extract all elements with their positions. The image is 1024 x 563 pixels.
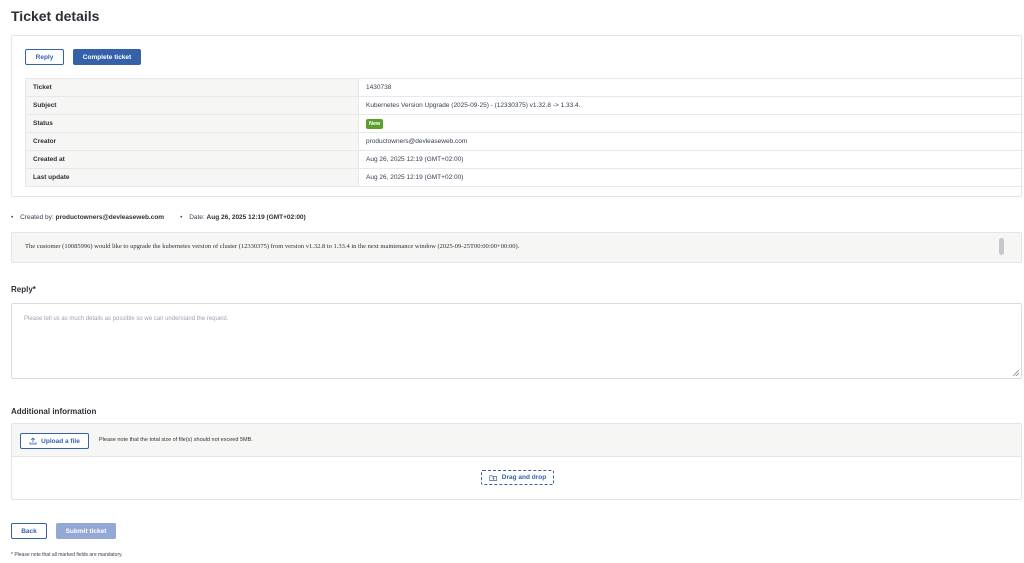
row-label: Last update bbox=[25, 168, 359, 187]
row-label: Ticket bbox=[25, 78, 359, 97]
status-cell: New bbox=[358, 114, 1023, 133]
ticket-id-value: 1430738 bbox=[358, 78, 1023, 97]
message-box: The customer (10085996) would like to up… bbox=[11, 232, 1022, 263]
reply-button[interactable]: Reply bbox=[25, 49, 64, 65]
ticket-card: Reply Complete ticket Ticket 1430738 Sub… bbox=[11, 35, 1023, 197]
row-label: Status bbox=[25, 114, 359, 133]
reply-placeholder: Please tell us as much details as possib… bbox=[24, 316, 229, 322]
row-label: Subject bbox=[25, 96, 359, 115]
mandatory-fields-note: * Please note that all marked fields are… bbox=[11, 552, 123, 558]
resize-handle-icon[interactable] bbox=[1013, 370, 1019, 376]
created-by-label: Created by: bbox=[20, 214, 54, 221]
created-by-value: productowners@devleaseweb.com bbox=[55, 214, 165, 221]
ticket-details-table: Ticket 1430738 Subject Kubernetes Versio… bbox=[25, 78, 1023, 187]
message-meta: Created by: productowners@devleaseweb.co… bbox=[11, 214, 306, 221]
table-row: Subject Kubernetes Version Upgrade (2025… bbox=[25, 96, 1023, 115]
upload-bar: Upload a file Please note that the total… bbox=[12, 424, 1021, 457]
table-row: Creator productowners@devleaseweb.com bbox=[25, 132, 1023, 151]
created-by: Created by: productowners@devleaseweb.co… bbox=[11, 214, 164, 221]
last-update-value: Aug 26, 2025 12:19 (GMT+02:00) bbox=[358, 168, 1023, 187]
drag-and-drop-zone[interactable]: Drag and drop bbox=[481, 470, 554, 485]
reply-textarea[interactable]: Please tell us as much details as possib… bbox=[11, 303, 1022, 379]
table-row: Created at Aug 26, 2025 12:19 (GMT+02:00… bbox=[25, 150, 1023, 169]
date-value: Aug 26, 2025 12:19 (GMT+02:00) bbox=[206, 214, 306, 221]
submit-ticket-button[interactable]: Submit ticket bbox=[56, 523, 116, 539]
row-label: Creator bbox=[25, 132, 359, 151]
message-scrollbar[interactable] bbox=[999, 238, 1004, 255]
complete-ticket-button[interactable]: Complete ticket bbox=[73, 49, 141, 65]
creator-value: productowners@devleaseweb.com bbox=[358, 132, 1023, 151]
reply-section-title: Reply* bbox=[11, 285, 36, 294]
additional-info-title: Additional information bbox=[11, 407, 97, 416]
message-date: Date: Aug 26, 2025 12:19 (GMT+02:00) bbox=[180, 214, 306, 221]
row-label: Created at bbox=[25, 150, 359, 169]
table-row: Status New bbox=[25, 114, 1023, 133]
back-button[interactable]: Back bbox=[11, 523, 47, 539]
created-at-value: Aug 26, 2025 12:19 (GMT+02:00) bbox=[358, 150, 1023, 169]
upload-panel: Upload a file Please note that the total… bbox=[11, 423, 1022, 500]
table-row: Ticket 1430738 bbox=[25, 78, 1023, 97]
date-label: Date: bbox=[189, 214, 205, 221]
upload-file-label: Upload a file bbox=[41, 437, 80, 445]
status-badge: New bbox=[366, 118, 384, 129]
upload-file-button[interactable]: Upload a file bbox=[20, 433, 89, 449]
drag-and-drop-label: Drag and drop bbox=[501, 474, 547, 481]
page-title: Ticket details bbox=[11, 8, 100, 24]
upload-icon bbox=[29, 437, 37, 445]
file-drop-icon bbox=[489, 474, 498, 482]
table-row: Last update Aug 26, 2025 12:19 (GMT+02:0… bbox=[25, 168, 1023, 187]
subject-value: Kubernetes Version Upgrade (2025-09-25) … bbox=[358, 96, 1023, 115]
message-text: The customer (10085996) would like to up… bbox=[25, 243, 520, 250]
upload-size-note: Please note that the total size of file(… bbox=[99, 437, 253, 443]
